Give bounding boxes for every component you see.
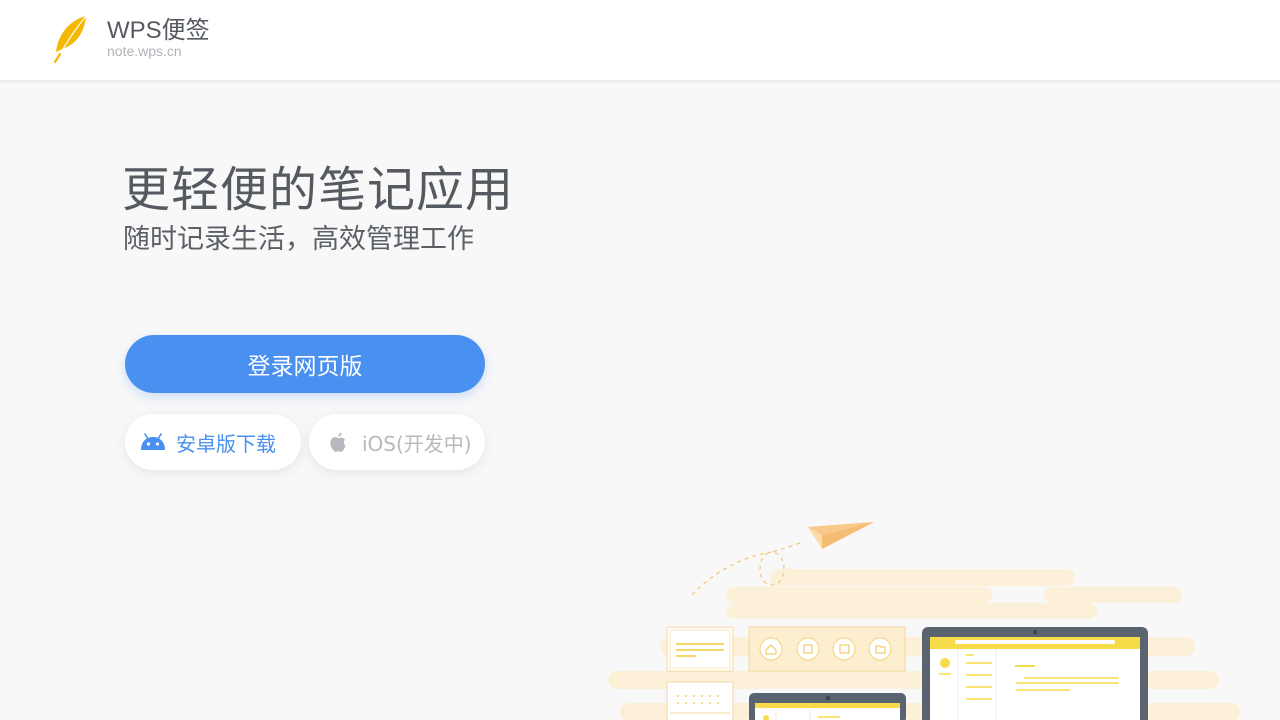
hero-illustration <box>600 515 1280 720</box>
hero-title: 更轻便的笔记应用 <box>122 162 515 218</box>
ios-download-label: iOS(开发中) <box>362 431 472 456</box>
brand-url: note.wps.cn <box>107 43 182 59</box>
android-download-label: 安卓版下载 <box>176 431 276 456</box>
brand-title[interactable]: WPS便签 <box>107 16 210 46</box>
hero-subtitle: 随时记录生活，高效管理工作 <box>123 224 474 255</box>
feather-logo-icon[interactable] <box>52 14 90 64</box>
android-icon <box>139 428 167 456</box>
login-web-button[interactable]: 登录网页版 <box>125 335 485 393</box>
android-download-button[interactable]: 安卓版下载 <box>125 414 301 470</box>
ios-download-button[interactable]: iOS(开发中) <box>309 414 485 470</box>
top-header: WPS便签 note.wps.cn <box>0 0 1280 80</box>
login-web-label: 登录网页版 <box>247 354 363 380</box>
apple-icon <box>327 428 349 456</box>
